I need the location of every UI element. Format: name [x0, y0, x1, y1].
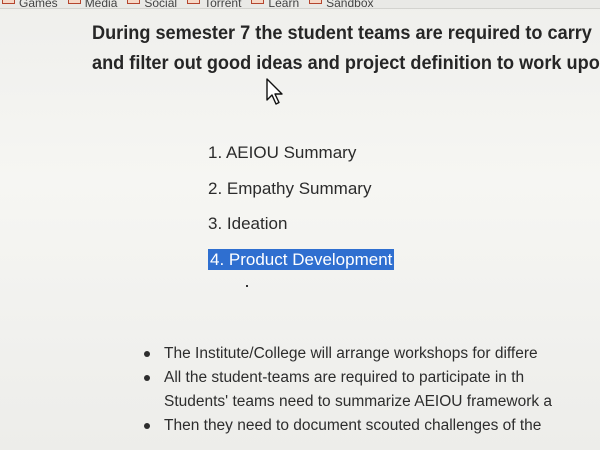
bookmark-media[interactable]: Media — [67, 0, 117, 8]
list-item-continuation: Students' teams need to summarize AEIOU … — [164, 393, 553, 410]
mouse-cursor-icon — [266, 78, 283, 105]
bookmark-games[interactable]: Games — [2, 0, 58, 8]
list-item[interactable]: 2. Empathy Summary — [208, 176, 394, 212]
bookmark-torrent[interactable]: Torrent — [187, 0, 241, 8]
bookmark-folder-icon — [309, 0, 323, 4]
intro-line-2: and filter out good ideas and project de… — [92, 52, 600, 74]
list-item[interactable]: 3. Ideation — [208, 211, 394, 247]
bookmark-folder-icon — [2, 0, 15, 4]
bookmark-folder-icon — [187, 0, 201, 4]
list-item: Then they need to document scouted chall… — [140, 414, 600, 438]
list-item: The Institute/College will arrange works… — [140, 342, 600, 366]
intro-line-1: During semester 7 the student teams are … — [92, 22, 592, 44]
intro-paragraph: During semester 7 the student teams are … — [92, 18, 600, 78]
bookmarks-bar: Games Media Social Torrent Learn Sandbox — [0, 0, 600, 9]
selected-text: 4. Product Development — [208, 248, 395, 270]
bookmark-sandbox[interactable]: Sandbox — [309, 0, 374, 8]
text-caret — [246, 285, 248, 287]
bookmark-social[interactable]: Social — [127, 0, 177, 8]
list-item-selected[interactable]: 4. Product Development — [208, 247, 395, 283]
list-item: All the student-teams are required to pa… — [140, 366, 600, 390]
steps-list: 1. AEIOU Summary 2. Empathy Summary 3. I… — [208, 140, 395, 283]
bookmark-folder-icon — [127, 0, 141, 4]
bullet-list: The Institute/College will arrange works… — [140, 342, 600, 438]
list-item[interactable]: 1. AEIOU Summary — [208, 140, 394, 176]
bookmark-learn[interactable]: Learn — [251, 0, 299, 8]
bookmark-folder-icon — [251, 0, 265, 4]
browser-page: Games Media Social Torrent Learn Sandbox… — [0, 0, 600, 450]
bookmark-folder-icon — [67, 0, 81, 4]
